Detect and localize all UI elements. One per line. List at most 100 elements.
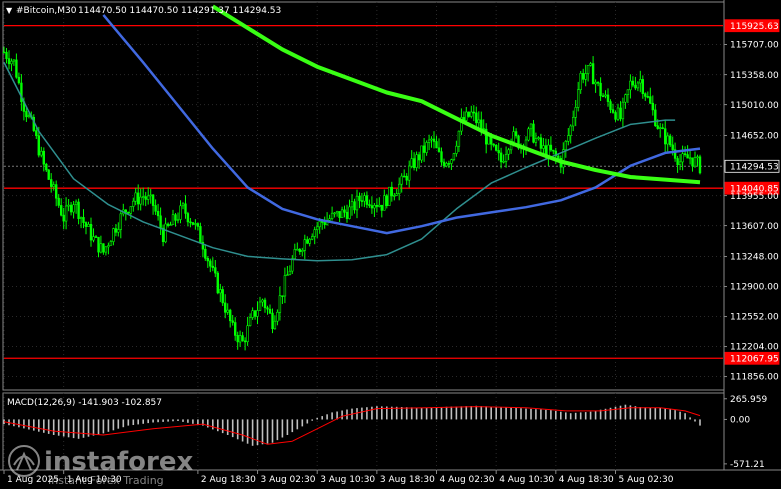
candle-body <box>335 211 339 214</box>
candle-body <box>298 248 301 252</box>
candle-body <box>261 299 264 303</box>
candle-body <box>661 127 664 129</box>
candle-body <box>246 325 249 343</box>
macd-bar <box>241 419 244 442</box>
trading-chart[interactable]: 115925.63 115707.00 115358.00 115010.00 1146… <box>0 0 781 489</box>
candle-body <box>219 289 222 294</box>
macd-bar <box>649 407 652 420</box>
candle-body <box>72 204 75 213</box>
candle-body <box>375 205 379 207</box>
candle-body <box>688 157 692 160</box>
candle-body <box>251 310 254 318</box>
macd-bar <box>112 419 115 431</box>
candle-body <box>59 205 63 216</box>
macd-bar <box>321 416 323 420</box>
candle-body <box>634 84 637 89</box>
candle-body <box>415 154 418 168</box>
candle-body <box>644 93 647 97</box>
macd-histogram <box>3 404 701 446</box>
macd-bar <box>584 412 587 420</box>
macd-bar <box>207 419 209 428</box>
instaforex-logo-mark <box>13 451 35 471</box>
candle-body <box>658 127 662 129</box>
macd-bar <box>182 419 184 422</box>
candle-body <box>313 229 316 237</box>
horizontal-levels[interactable] <box>4 25 723 359</box>
macd-bar <box>400 407 403 420</box>
candle-body <box>296 248 299 251</box>
candle-body <box>656 125 659 129</box>
candle-body <box>184 203 187 214</box>
macd-label: MACD(12,26,9) -141.903 -102.857 <box>7 398 162 408</box>
candle-body <box>315 226 319 231</box>
macd-bar <box>669 408 671 420</box>
candle-body <box>557 155 560 159</box>
candle-body <box>576 89 580 108</box>
candle-body <box>104 246 108 253</box>
macd-bar <box>346 409 348 420</box>
time-axis-label: 4 Aug 10:30 <box>499 475 554 485</box>
candle-body <box>112 228 115 242</box>
macd-bar <box>57 419 60 436</box>
candle-body <box>54 184 58 199</box>
candle-body <box>537 137 540 139</box>
candle-body <box>363 195 366 202</box>
candle-body <box>422 145 426 153</box>
candle-body <box>37 135 41 156</box>
candle-body <box>107 245 110 248</box>
macd-bar <box>366 407 368 420</box>
price-axis-label: 113607.00 <box>730 222 779 232</box>
price-axis-label: 112900.00 <box>730 283 779 293</box>
candle-body <box>666 135 669 145</box>
candle-body <box>17 76 21 84</box>
candle-body <box>310 236 314 240</box>
macd-bar <box>77 419 80 439</box>
price-axis-label: 115925.63 <box>730 22 779 32</box>
candle-body <box>564 141 568 151</box>
candle-body <box>400 175 403 185</box>
macd-bar <box>505 407 507 420</box>
chart-ohlc: 114470.50 114470.50 114291.37 114294.53 <box>78 6 281 16</box>
macd-bar <box>510 407 512 420</box>
candle-body <box>109 241 113 246</box>
candle-body <box>303 239 306 251</box>
candle-body <box>308 238 311 244</box>
candle-body <box>447 163 451 165</box>
candle-body <box>169 224 172 226</box>
chart-symbol: #Bitcoin,M30 <box>16 6 77 16</box>
candle-body <box>181 203 185 207</box>
candle-body <box>504 154 508 162</box>
candle-body <box>156 211 160 217</box>
candle-body <box>151 194 155 206</box>
price-axis-label: 111856.00 <box>730 373 779 383</box>
macd-bar <box>569 413 572 420</box>
macd-bar <box>341 410 343 420</box>
candles <box>2 46 702 351</box>
candle-body <box>229 309 232 322</box>
macd-bar <box>371 406 373 420</box>
candle-body <box>455 145 458 154</box>
candle-body <box>549 144 553 151</box>
candle-body <box>397 183 401 194</box>
candle-body <box>480 119 483 129</box>
candle-body <box>527 128 530 141</box>
candle-body <box>636 82 640 89</box>
macd-bar <box>361 407 363 420</box>
candle-body <box>668 135 672 146</box>
macd-bar <box>122 419 125 428</box>
macd-bar <box>644 407 647 420</box>
candle-body <box>601 95 605 98</box>
macd-bar <box>589 411 592 420</box>
macd-bar <box>137 419 139 425</box>
candle-body <box>467 111 470 117</box>
macd-bar <box>261 419 264 445</box>
candle-body <box>338 211 341 218</box>
candle-body <box>370 205 374 209</box>
candle-body <box>614 112 617 120</box>
candle-body <box>589 63 592 66</box>
candle-body <box>283 275 287 297</box>
macd-bar <box>152 419 154 423</box>
symbol-dropdown-icon[interactable]: ▼ <box>6 6 13 15</box>
macd-bar <box>296 419 299 430</box>
candle-body <box>343 209 346 213</box>
